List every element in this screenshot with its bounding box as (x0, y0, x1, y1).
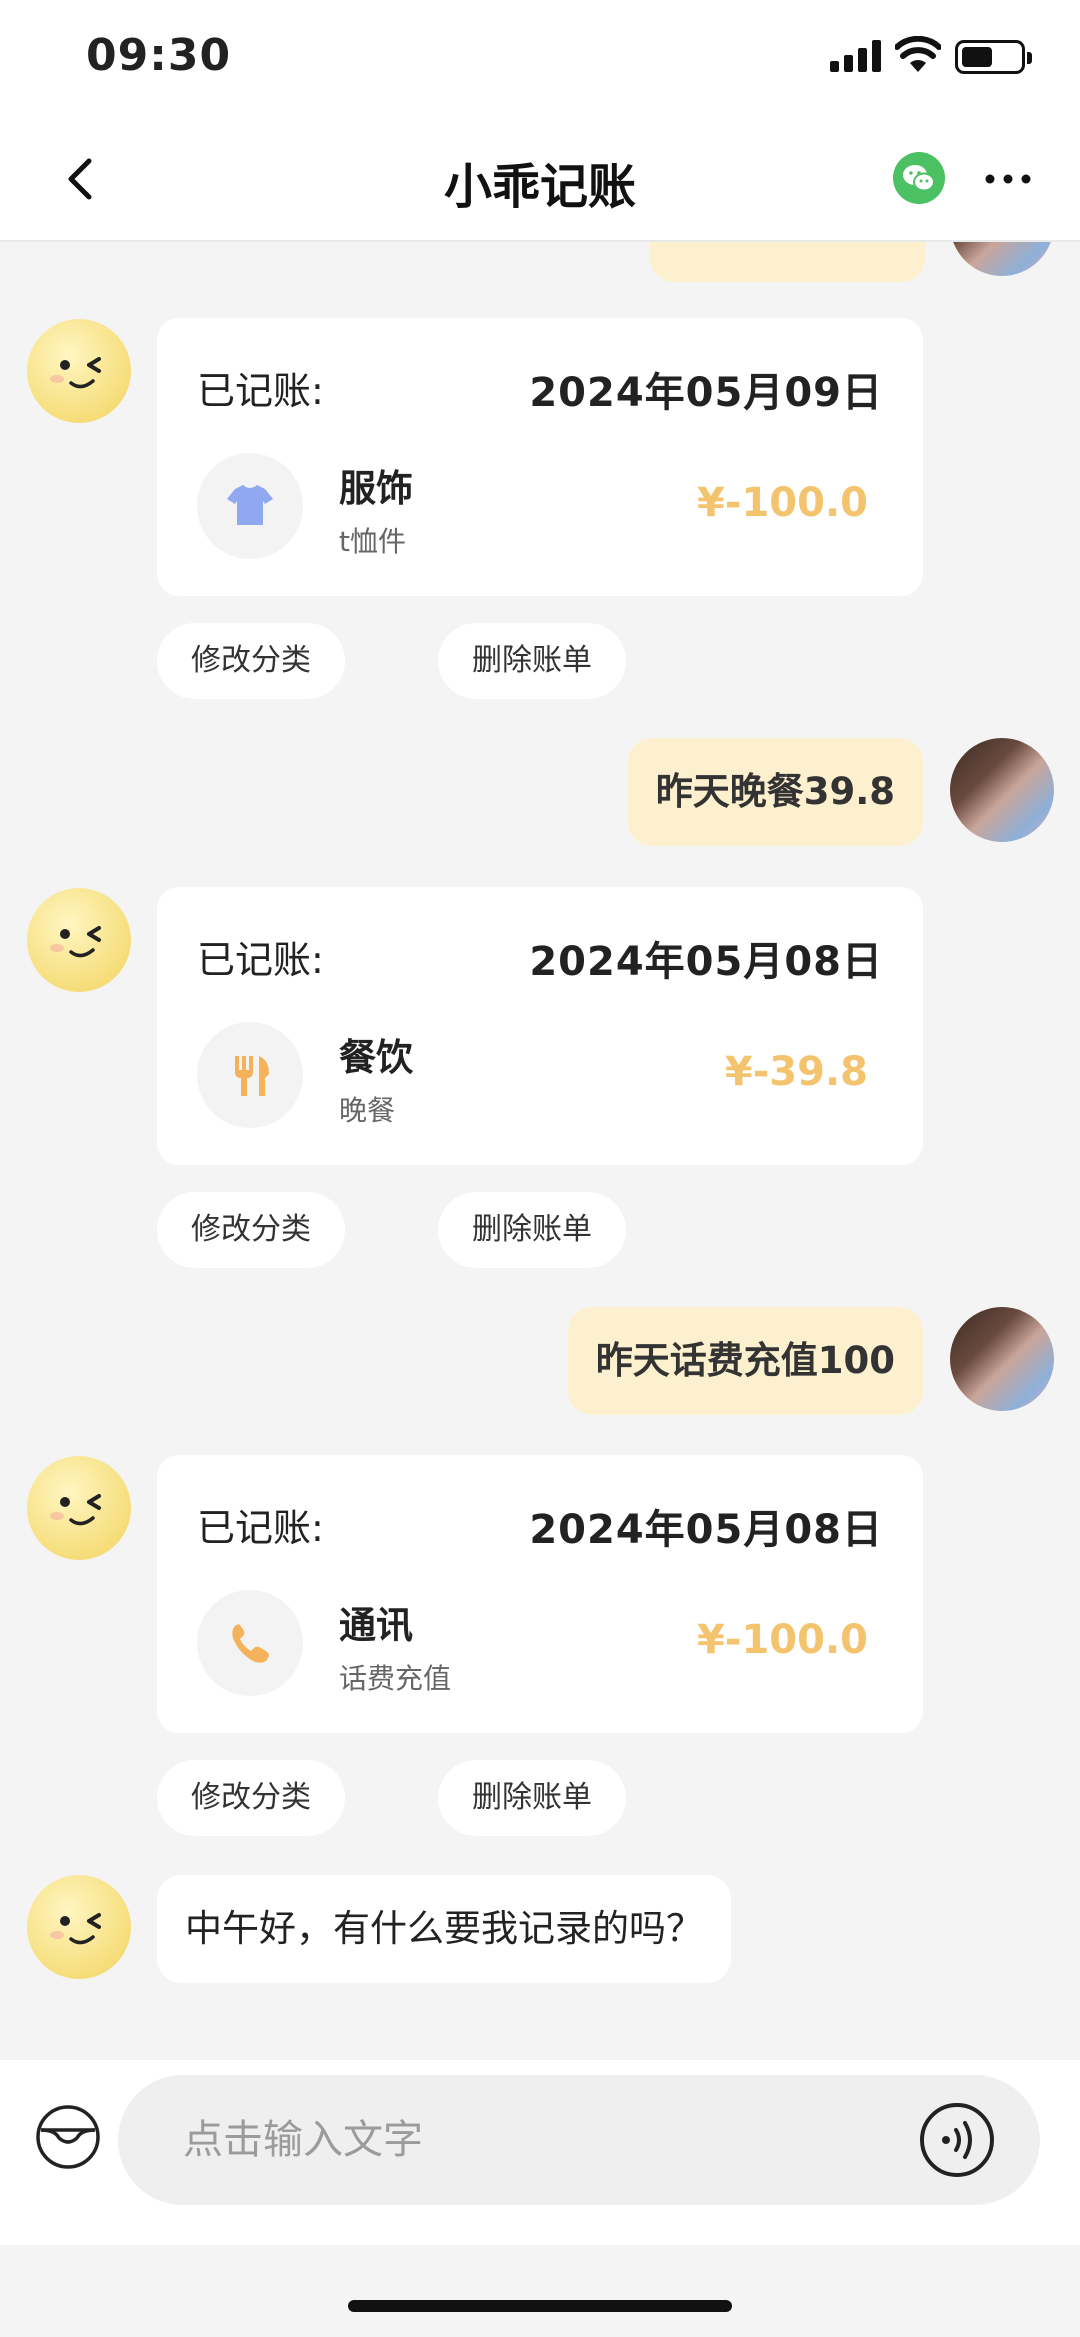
wallet-icon[interactable] (35, 2104, 101, 2170)
record-category: 餐饮 (339, 1036, 413, 1079)
record-amount: ¥-100.0 (697, 1617, 868, 1663)
record-card: 已记账: 2024年05月08日 餐饮 晚餐 ¥-39.8 (157, 887, 923, 1165)
record-note: 晚餐 (339, 1094, 396, 1127)
cellular-signal-icon (830, 38, 882, 72)
user-message: 昨天话费充值100 (567, 1307, 923, 1415)
bot-avatar (27, 319, 131, 423)
input-bar (0, 2060, 1080, 2245)
modify-category-button[interactable]: 修改分类 (157, 1760, 345, 1836)
voice-icon[interactable] (918, 2101, 996, 2179)
user-avatar[interactable] (950, 1307, 1054, 1411)
record-amount: ¥-100.0 (697, 480, 868, 526)
message-input[interactable] (118, 2075, 1040, 2205)
bot-message: 中午好，有什么要我记录的吗？ (157, 1875, 731, 1983)
user-avatar[interactable] (950, 242, 1054, 276)
status-bar: 09:30 (0, 0, 1080, 115)
delete-bill-button[interactable]: 删除账单 (438, 1760, 626, 1836)
user-avatar[interactable] (950, 738, 1054, 842)
record-note: 话费充值 (339, 1662, 452, 1695)
modify-category-button[interactable]: 修改分类 (157, 1192, 345, 1268)
bot-avatar (27, 1456, 131, 1560)
record-note: t恤件 (339, 525, 406, 558)
record-date: 2024年05月09日 (529, 370, 883, 416)
nav-bar: 小乖记账 (0, 115, 1080, 242)
tshirt-icon (197, 453, 303, 559)
modify-category-button[interactable]: 修改分类 (157, 623, 345, 699)
record-label: 已记账: (197, 938, 324, 982)
wechat-icon[interactable] (893, 152, 945, 204)
home-indicator[interactable] (348, 2300, 732, 2312)
utensils-icon (197, 1022, 303, 1128)
record-category: 服饰 (339, 467, 413, 510)
chat-area[interactable]: 已记账: 2024年05月09日 服饰 t恤件 ¥-100.0 修改分类 删除账… (0, 242, 1080, 2060)
battery-icon (955, 40, 1032, 74)
user-message: 昨天晚餐39.8 (627, 738, 923, 846)
bot-avatar (27, 1875, 131, 1979)
delete-bill-button[interactable]: 删除账单 (438, 623, 626, 699)
status-time: 09:30 (86, 30, 232, 81)
record-label: 已记账: (197, 1506, 324, 1550)
record-date: 2024年05月08日 (529, 939, 883, 985)
delete-bill-button[interactable]: 删除账单 (438, 1192, 626, 1268)
more-icon[interactable] (980, 155, 1036, 203)
record-label: 已记账: (197, 369, 324, 413)
bot-avatar (27, 888, 131, 992)
wifi-icon (895, 36, 941, 72)
record-card: 已记账: 2024年05月09日 服饰 t恤件 ¥-100.0 (157, 318, 923, 596)
partial-user-bubble (650, 242, 925, 282)
record-date: 2024年05月08日 (529, 1507, 883, 1553)
record-category: 通讯 (339, 1604, 413, 1647)
record-amount: ¥-39.8 (724, 1049, 868, 1095)
record-card: 已记账: 2024年05月08日 通讯 话费充值 ¥-100.0 (157, 1455, 923, 1733)
phone-icon (197, 1590, 303, 1696)
